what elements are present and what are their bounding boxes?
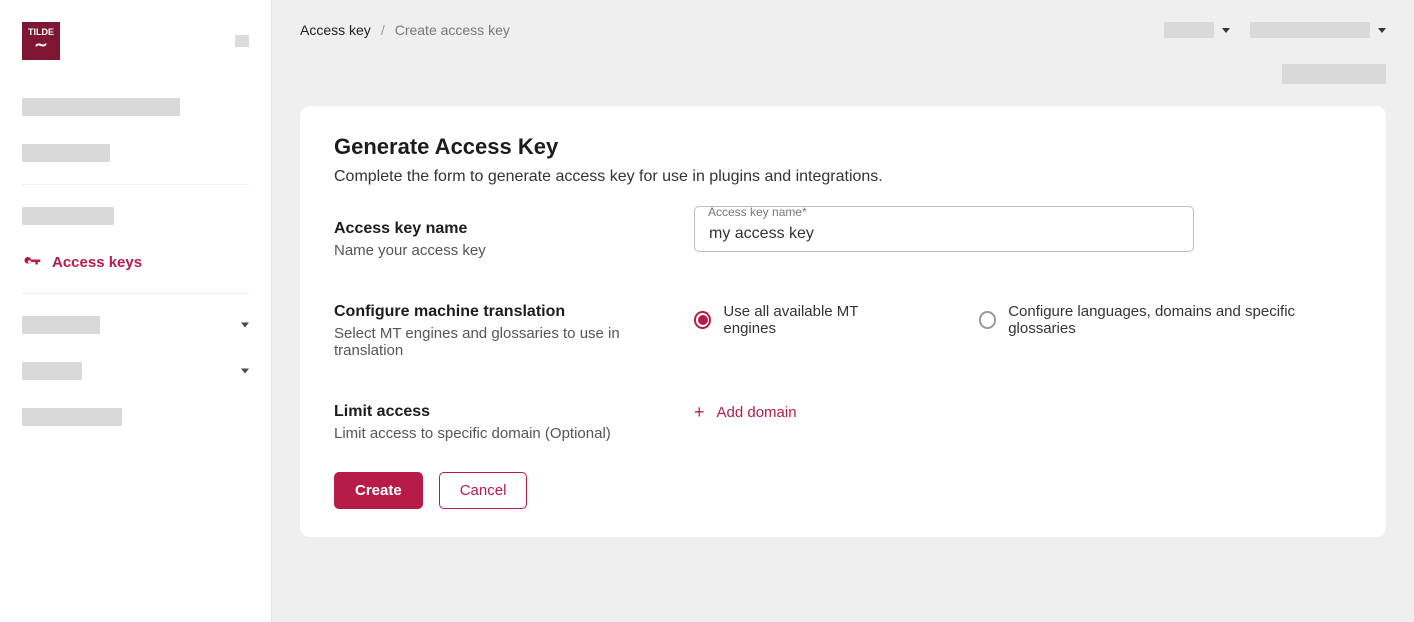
form-row-mt: Configure machine translation Select MT … [334,303,1352,359]
sidebar-item-placeholder-2[interactable] [22,134,249,172]
sidebar: TILDE ∼ Access keys [0,0,272,622]
top-action-placeholder[interactable] [1282,64,1386,84]
sidebar-divider [22,293,249,294]
field-help: Select MT engines and glossaries to use … [334,325,634,359]
generate-access-key-card: Generate Access Key Complete the form to… [300,106,1386,537]
create-button[interactable]: Create [334,472,423,509]
sidebar-item-placeholder-6[interactable] [22,398,249,436]
sidebar-item-access-keys[interactable]: Access keys [22,243,249,281]
mt-radio-configure[interactable]: Configure languages, domains and specifi… [979,303,1352,337]
brand-name: TILDE [28,28,54,37]
radio-label: Configure languages, domains and specifi… [1008,303,1352,337]
main: Access key / Create access key Generate … [272,0,1414,622]
add-domain-button[interactable]: + Add domain [694,403,797,421]
topbar: Access key / Create access key [272,0,1414,60]
breadcrumb: Access key / Create access key [300,22,510,38]
mt-radio-group: Use all available MT engines Configure l… [694,303,1352,337]
sidebar-item-label: Access keys [52,254,142,271]
sidebar-item-placeholder-4[interactable] [22,306,249,344]
field-title: Limit access [334,403,634,421]
form-buttons: Create Cancel [334,472,1352,509]
field-title: Configure machine translation [334,303,634,321]
plus-icon: + [694,403,705,421]
top-selector-2[interactable] [1250,22,1386,38]
logo-wave-icon: ∼ [34,38,47,54]
breadcrumb-separator: / [381,22,385,38]
sidebar-item-placeholder-5[interactable] [22,352,249,390]
breadcrumb-current: Create access key [395,22,510,38]
mt-radio-all[interactable]: Use all available MT engines [694,303,907,337]
breadcrumb-root[interactable]: Access key [300,22,371,38]
chevron-down-icon [1222,28,1230,33]
top-selector-1[interactable] [1164,22,1230,38]
card-subtitle: Complete the form to generate access key… [334,168,1352,186]
field-title: Access key name [334,220,634,238]
radio-label: Use all available MT engines [723,303,906,337]
radio-icon [979,311,996,329]
form-row-limit: Limit access Limit access to specific do… [334,403,1352,442]
field-help: Name your access key [334,242,634,259]
radio-icon [694,311,711,329]
cancel-button[interactable]: Cancel [439,472,528,509]
key-icon [22,252,42,272]
sidebar-item-placeholder-1[interactable] [22,88,249,126]
sidebar-item-placeholder-3[interactable] [22,197,249,235]
add-domain-label: Add domain [717,404,797,421]
menu-toggle-icon[interactable] [235,35,249,47]
field-help: Limit access to specific domain (Optiona… [334,425,634,442]
brand-logo: TILDE ∼ [22,22,60,60]
card-title: Generate Access Key [334,134,1352,160]
chevron-down-icon [1378,28,1386,33]
form-row-name: Access key name Name your access key Acc… [334,220,1352,259]
input-floating-label: Access key name* [708,205,807,219]
sidebar-divider [22,184,249,185]
